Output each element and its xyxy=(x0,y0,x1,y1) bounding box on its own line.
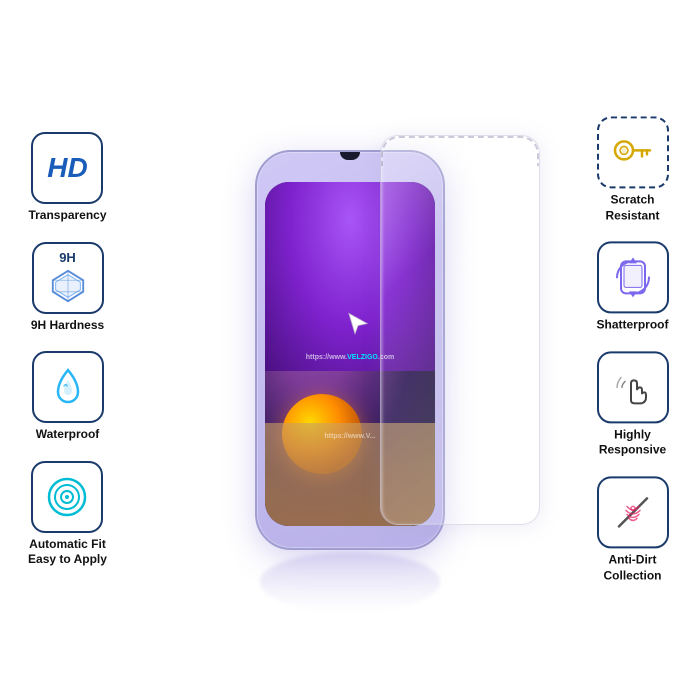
9h-text: 9H xyxy=(59,250,76,265)
feature-box-anti-dirt xyxy=(597,476,669,548)
feature-shatterproof: Shatterproof xyxy=(597,242,669,334)
diamond-icon xyxy=(49,267,87,305)
water-drop-icon xyxy=(50,366,86,408)
hd-icon: HD xyxy=(47,152,87,184)
key-icon xyxy=(612,134,654,170)
anti-dirt-icon xyxy=(611,490,655,534)
phone-reflection xyxy=(260,552,441,612)
feature-box-hd: HD xyxy=(31,132,103,204)
feature-box-auto-fit xyxy=(31,461,103,533)
feature-hd-transparency: HD Transparency xyxy=(28,132,106,224)
feature-box-shatterproof xyxy=(597,242,669,314)
feature-label-anti-dirt: Anti-Dirt Collection xyxy=(603,552,661,583)
feature-label-shatterproof: Shatterproof xyxy=(597,318,669,334)
feature-anti-dirt: Anti-Dirt Collection xyxy=(597,476,669,583)
left-features: HD Transparency 9H 9H Hardness xyxy=(10,132,125,568)
feature-label-9h: 9H Hardness xyxy=(31,318,104,334)
auto-fit-icon xyxy=(45,475,89,519)
shatterproof-icon xyxy=(611,256,655,300)
feature-label-responsive: Highly Responsive xyxy=(599,427,666,458)
feature-label-transparency: Transparency xyxy=(28,208,106,224)
feature-box-responsive xyxy=(597,351,669,423)
feature-label-scratch: Scratch Resistant xyxy=(605,192,659,223)
feature-highly-responsive: Highly Responsive xyxy=(597,351,669,458)
touch-icon xyxy=(611,365,655,409)
feature-label-auto-fit: Automatic Fit Easy to Apply xyxy=(28,537,107,568)
phone-wrapper: https://www.VELZIGO.com https://www.V... xyxy=(250,140,450,560)
feature-label-waterproof: Waterproof xyxy=(36,427,100,443)
center-product-area: https://www.VELZIGO.com https://www.V... xyxy=(250,140,450,560)
glass-protector xyxy=(380,135,540,525)
feature-auto-fit: Automatic Fit Easy to Apply xyxy=(28,461,107,568)
feature-box-9h: 9H xyxy=(32,242,104,314)
cursor-icon xyxy=(345,310,373,338)
feature-9h-hardness: 9H 9H Hardness xyxy=(31,242,104,334)
main-container: HD Transparency 9H 9H Hardness xyxy=(0,0,700,700)
feature-box-scratch xyxy=(597,116,669,188)
feature-scratch-resistant: Scratch Resistant xyxy=(597,116,669,223)
feature-waterproof: Waterproof xyxy=(32,351,104,443)
right-features: Scratch Resistant Shatterproof xyxy=(575,116,690,583)
phone-notch xyxy=(340,152,360,160)
feature-box-waterproof xyxy=(32,351,104,423)
